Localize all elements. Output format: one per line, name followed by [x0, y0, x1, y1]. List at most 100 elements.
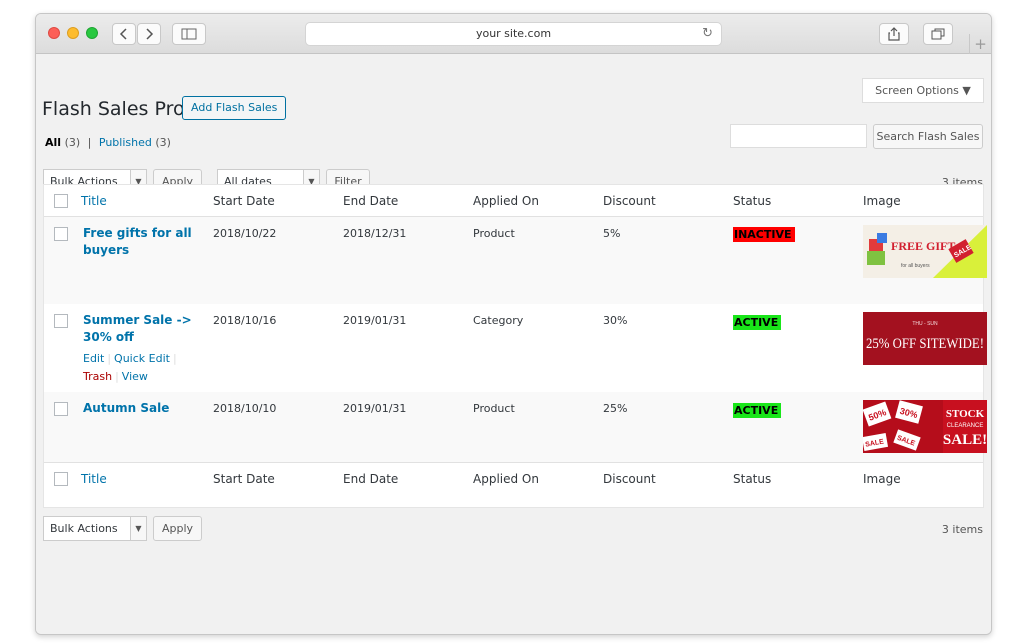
add-flash-sales-button[interactable]: Add Flash Sales [182, 96, 287, 120]
chevron-right-icon [146, 28, 154, 40]
column-title[interactable]: Title [81, 472, 107, 486]
sale-image-thumbnail: FREE GIFT for all buyers SALE [863, 225, 987, 278]
chevron-left-icon [119, 28, 127, 40]
row-applied-on: Product [473, 227, 515, 240]
action-separator: | [115, 370, 119, 383]
action-separator: | [107, 352, 112, 365]
table-row: Autumn Sale 2018/10/10 2019/01/31 Produc… [44, 392, 987, 462]
forward-button[interactable] [137, 23, 161, 45]
row-actions: Edit | Quick Edit | [83, 352, 180, 365]
row-applied-on: Product [473, 402, 515, 415]
page-title: Flash Sales Pro [42, 98, 185, 120]
search-flash-sales-button[interactable]: Search Flash Sales [873, 124, 983, 149]
column-status: Status [733, 194, 772, 208]
filter-all-count: (3) [64, 136, 81, 149]
column-discount: Discount [603, 194, 656, 208]
sitewide-banner-image: THU - SUN 25% OFF SITEWIDE! [866, 321, 984, 352]
filter-published-count: (3) [155, 136, 171, 149]
row-end-date: 2019/01/31 [343, 314, 407, 327]
banner-line: SALE! [943, 432, 987, 448]
status-badge: INACTIVE [733, 227, 795, 242]
flash-sales-table: Title Start Date End Date Applied On Dis… [43, 184, 987, 508]
maximize-window-icon[interactable] [86, 27, 98, 39]
row-discount: 25% [603, 402, 628, 415]
row-discount: 5% [603, 227, 621, 240]
row-checkbox[interactable] [54, 402, 68, 416]
row-actions: Trash | View [83, 370, 148, 383]
filter-separator: | [87, 136, 92, 149]
search-input[interactable] [730, 124, 867, 148]
row-title-link[interactable]: Autumn Sale [83, 400, 193, 417]
sale-image-thumbnail: THU - SUN 25% OFF SITEWIDE! [863, 312, 987, 365]
action-separator: | [172, 352, 177, 365]
bulk-actions-value: Bulk Actions [50, 522, 118, 535]
column-start-date: Start Date [213, 472, 275, 486]
view-link[interactable]: View [122, 370, 148, 383]
banner-headline: 25% OFF SITEWIDE! [866, 336, 984, 352]
chevron-down-icon: ▼ [130, 517, 146, 540]
row-checkbox[interactable] [54, 314, 68, 328]
screen-options-button[interactable]: Screen Options ▼ [862, 78, 984, 103]
bulk-actions-select-bottom[interactable]: Bulk Actions ▼ [43, 516, 147, 541]
status-badge: ACTIVE [733, 315, 781, 330]
banner-subline: for all buyers [901, 263, 930, 269]
browser-toolbar: your site.com ↻ + [36, 14, 991, 54]
table-footer-row: Title Start Date End Date Applied On Dis… [44, 462, 983, 495]
column-image: Image [863, 194, 901, 208]
table-row: Free gifts for all buyers 2018/10/22 201… [44, 217, 987, 304]
banner-subline: THU - SUN [912, 321, 938, 327]
quick-edit-link[interactable]: Quick Edit [114, 352, 170, 365]
sidebar-toggle-button[interactable] [172, 23, 206, 45]
sidebar-icon [181, 28, 197, 40]
column-applied-on: Applied On [473, 472, 539, 486]
row-end-date: 2018/12/31 [343, 227, 407, 240]
banner-line: CLEARANCE [947, 423, 984, 429]
table-header-row: Title Start Date End Date Applied On Dis… [44, 185, 983, 217]
select-all-checkbox-bottom[interactable] [54, 472, 68, 486]
close-window-icon[interactable] [48, 27, 60, 39]
status-filter-links: All (3) | Published (3) [45, 136, 171, 149]
edit-link[interactable]: Edit [83, 352, 104, 365]
row-title-link[interactable]: Free gifts for all buyers [83, 225, 193, 259]
share-icon [888, 27, 900, 41]
status-badge: ACTIVE [733, 403, 781, 418]
column-status: Status [733, 472, 772, 486]
address-bar[interactable]: your site.com ↻ [305, 22, 722, 46]
share-button[interactable] [879, 23, 909, 45]
row-start-date: 2018/10/10 [213, 402, 277, 415]
row-end-date: 2019/01/31 [343, 402, 407, 415]
filter-published-link[interactable]: Published [99, 136, 152, 149]
select-all-checkbox[interactable] [54, 194, 68, 208]
column-end-date: End Date [343, 472, 399, 486]
back-button[interactable] [112, 23, 136, 45]
tabs-icon [931, 28, 945, 40]
banner-line: STOCK [946, 408, 985, 420]
column-title[interactable]: Title [81, 194, 107, 208]
row-start-date: 2018/10/16 [213, 314, 277, 327]
table-row: Summer Sale -> 30% off Edit | Quick Edit | … [44, 304, 987, 392]
column-start-date: Start Date [213, 194, 275, 208]
row-checkbox[interactable] [54, 227, 68, 241]
row-discount: 30% [603, 314, 628, 327]
apply-button-bottom[interactable]: Apply [153, 516, 202, 541]
page-content: Screen Options ▼ Flash Sales Pro Add Fla… [36, 55, 991, 634]
stock-clearance-banner-image: 50% 30% SALE SALE STOCK CLEARANCE SALE! [863, 400, 987, 453]
reload-icon[interactable]: ↻ [702, 23, 713, 45]
new-tab-icon[interactable]: + [969, 34, 991, 54]
row-applied-on: Category [473, 314, 524, 327]
banner-headline: FREE GIFT [891, 239, 955, 253]
filter-all-link[interactable]: All [45, 136, 61, 149]
minimize-window-icon[interactable] [67, 27, 79, 39]
address-text: your site.com [475, 27, 552, 40]
free-gift-banner-image: FREE GIFT for all buyers SALE [867, 225, 987, 278]
browser-window: your site.com ↻ + Screen Options ▼ Flash… [35, 13, 992, 635]
column-discount: Discount [603, 472, 656, 486]
sale-image-thumbnail: 50% 30% SALE SALE STOCK CLEARANCE SALE! [863, 400, 987, 453]
column-applied-on: Applied On [473, 194, 539, 208]
column-end-date: End Date [343, 194, 399, 208]
tabs-button[interactable] [923, 23, 953, 45]
column-image: Image [863, 472, 901, 486]
trash-link[interactable]: Trash [83, 370, 112, 383]
row-title-link[interactable]: Summer Sale -> 30% off [83, 312, 193, 346]
row-start-date: 2018/10/22 [213, 227, 277, 240]
